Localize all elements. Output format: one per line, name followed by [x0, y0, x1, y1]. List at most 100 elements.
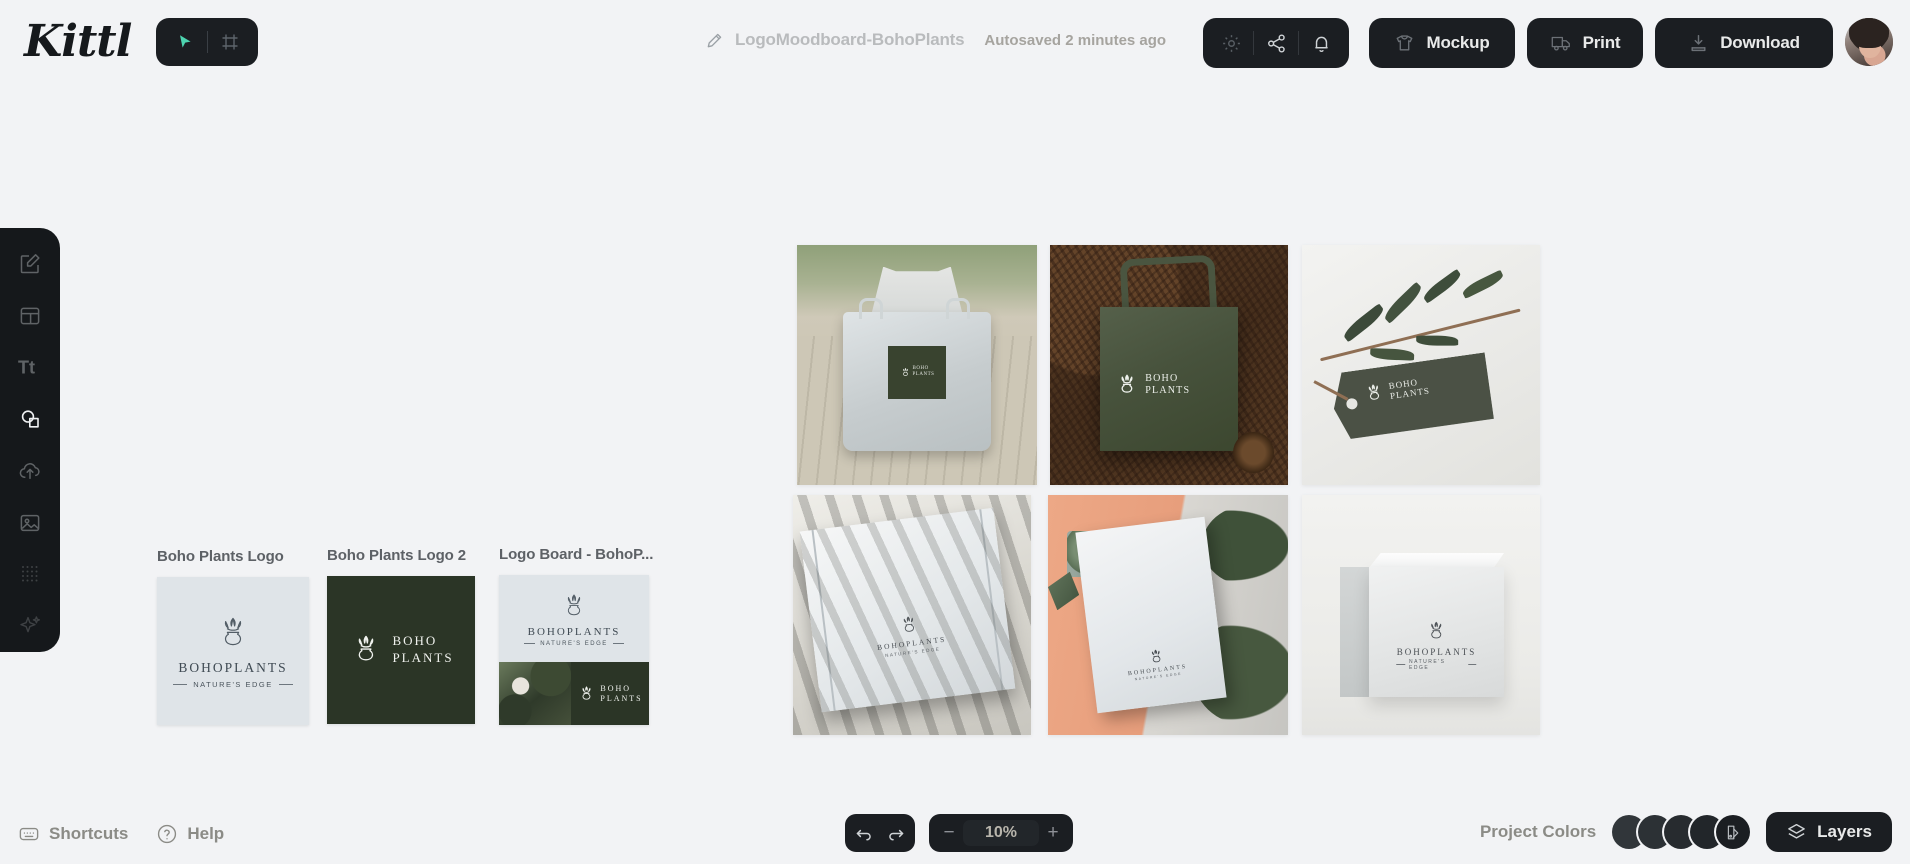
box-shadow-pattern [799, 507, 1016, 713]
logo-artwork: BOHOPLANTS NATURE'S EDGE [157, 577, 309, 725]
patch-wordmark: BOHO PLANTS [913, 366, 935, 378]
tag-wordmark: BOHO PLANTS [1388, 375, 1431, 401]
autosave-status: Autosaved 2 minutes ago [984, 31, 1167, 49]
tote-wordmark: BOHO PLANTS [1145, 373, 1190, 396]
share-icon[interactable] [1254, 20, 1298, 66]
mockup-tote-bag-boardwalk[interactable]: BOHO PLANTS [797, 245, 1037, 485]
board-top-logo: BOHOPLANTS NATURE'S EDGE [499, 575, 649, 662]
project-colors-label: Project Colors [1479, 822, 1597, 841]
download-button-label: Download [1720, 33, 1800, 52]
download-tray-icon [1688, 33, 1709, 54]
potted-plant-icon [903, 616, 914, 632]
tote-handle-right [945, 297, 970, 320]
potted-plant-icon [359, 635, 374, 661]
sidebar-item-elements[interactable] [8, 393, 52, 445]
settings-icon[interactable] [1209, 20, 1253, 66]
sidebar-item-templates[interactable] [8, 290, 52, 342]
tote-logo: BOHO PLANTS [1114, 370, 1190, 400]
sidebar-item-patterns[interactable] [8, 549, 52, 601]
logo-line-2: PLANTS [392, 650, 454, 665]
zoom-controls: − 10% + [929, 814, 1073, 852]
mockup-hang-tag-eucalyptus[interactable]: BOHO PLANTS [1302, 245, 1540, 485]
potted-plant-icon [1121, 374, 1133, 393]
cube-tagline: NATURE'S EDGE [1408, 658, 1446, 671]
potted-plant-icon [224, 617, 242, 646]
panel-line-1: BOHO [600, 683, 632, 693]
notifications-bell-icon[interactable] [1299, 20, 1343, 66]
panel-line-2: PLANTS [600, 693, 643, 703]
help-label: Help [187, 824, 225, 843]
document-info: LogoMoodboard-BohoPlants Autosaved 2 min… [705, 30, 1166, 50]
color-palette-icon[interactable] [1716, 815, 1751, 849]
delivery-truck-icon [1550, 32, 1572, 54]
zoom-in-button[interactable]: + [1045, 822, 1061, 844]
zoom-out-button[interactable]: − [941, 822, 957, 844]
sidebar-item-ai[interactable] [8, 600, 52, 652]
print-button[interactable]: Print [1527, 18, 1643, 68]
artboard-boho-plants-logo-2[interactable]: BOHO PLANTS [327, 576, 475, 724]
download-button[interactable]: Download [1655, 18, 1833, 68]
redo-arrow-icon[interactable] [882, 824, 911, 843]
logo-artwork: BOHO PLANTS [327, 576, 475, 724]
question-circle-icon [156, 823, 178, 845]
logo-tagline-row: NATURE'S EDGE [173, 680, 293, 689]
user-avatar[interactable] [1845, 18, 1893, 66]
patch-line-2: PLANTS [912, 372, 935, 378]
keyboard-icon [18, 823, 40, 845]
artboard-frame-icon[interactable] [208, 20, 252, 64]
pencil-icon[interactable] [705, 31, 724, 50]
cursor-play-icon[interactable] [163, 20, 207, 64]
print-button-label: Print [1582, 33, 1621, 52]
board-dark-panel: BOHO PLANTS [571, 662, 649, 725]
kittl-logo[interactable]: Kittl [24, 16, 132, 67]
left-sidebar: Tt [0, 228, 60, 652]
logo-tagline: NATURE'S EDGE [193, 680, 273, 689]
rule-left [173, 684, 188, 685]
mockup-tote-bag-pine[interactable]: BOHO PLANTS [1050, 245, 1288, 485]
cube-wordmark: BOHOPLANTS [1396, 646, 1477, 657]
artboard-label-1: Boho Plants Logo [157, 548, 284, 565]
shortcuts-button[interactable]: Shortcuts [18, 823, 128, 845]
shortcuts-label: Shortcuts [49, 824, 129, 843]
potted-plant-icon [1431, 621, 1442, 639]
board-tagline: NATURE'S EDGE [540, 640, 608, 647]
rule-right [1467, 664, 1477, 666]
layers-stack-icon [1786, 822, 1807, 843]
rule-right [612, 643, 624, 644]
zoom-level-value[interactable]: 10% [963, 820, 1039, 846]
sidebar-item-text[interactable]: Tt [8, 342, 52, 394]
panel-wordmark-block: BOHO PLANTS [600, 684, 642, 704]
avatar-hair [1849, 18, 1889, 48]
top-bar: Kittl LogoMoodboard-BohoPlants Autosaved… [0, 0, 1910, 92]
logo-line-1: BOHO [392, 633, 438, 649]
potted-plant-icon [1362, 378, 1387, 407]
mailer-box: BOHOPLANTS NATURE'S EDGE [799, 507, 1016, 713]
mockup-mailer-box-shadows[interactable]: BOHOPLANTS NATURE'S EDGE [793, 495, 1031, 735]
history-controls [845, 814, 915, 852]
tote-line-1: BOHO [1145, 373, 1179, 385]
sidebar-item-design[interactable] [8, 238, 52, 290]
mockup-letterhead-terracotta[interactable]: BOHOPLANTS NATURE'S EDGE [1048, 495, 1288, 735]
undo-arrow-icon[interactable] [849, 824, 878, 843]
artboard-logo-board[interactable]: BOHOPLANTS NATURE'S EDGE BOHO PLANTS [499, 575, 649, 725]
pine-cone [1233, 432, 1274, 473]
document-title[interactable]: LogoMoodboard-BohoPlants [735, 30, 965, 50]
layers-button[interactable]: Layers [1766, 812, 1892, 852]
logo-wordmark-block: BOHO PLANTS [392, 633, 453, 667]
tote-line-2: PLANTS [1145, 384, 1191, 396]
sheet-logo: BOHOPLANTS NATURE'S EDGE [1126, 644, 1189, 682]
sidebar-item-photos[interactable] [8, 497, 52, 549]
mockup-cube-box[interactable]: BOHOPLANTS NATURE'S EDGE [1302, 495, 1540, 735]
cube-front-face: BOHOPLANTS NATURE'S EDGE [1368, 567, 1505, 697]
board-wordmark: BOHOPLANTS [527, 625, 621, 638]
sidebar-item-uploads[interactable] [8, 445, 52, 497]
rule-right [278, 684, 293, 685]
potted-plant-icon [582, 685, 591, 700]
help-button[interactable]: Help [156, 823, 224, 845]
project-color-swatches [1612, 813, 1751, 851]
potted-plant-icon [902, 367, 908, 376]
mockup-button[interactable]: Mockup [1369, 18, 1515, 68]
tshirt-icon [1394, 33, 1415, 54]
artboard-boho-plants-logo[interactable]: BOHOPLANTS NATURE'S EDGE [157, 577, 309, 725]
rule-left [524, 643, 536, 644]
